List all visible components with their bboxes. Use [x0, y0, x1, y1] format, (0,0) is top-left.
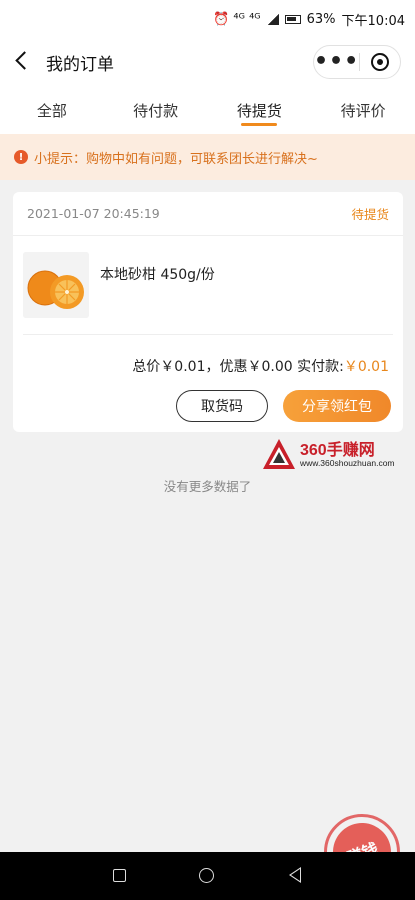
- home-icon[interactable]: [199, 868, 214, 883]
- order-tabs: 全部 待付款 待提货 待评价: [0, 86, 415, 134]
- order-header: 2021-01-07 20:45:19 待提货: [13, 192, 403, 236]
- status-bar: ⏰ ⁴ᴳ ⁴ᴳ 63% 下午10:04: [0, 0, 415, 38]
- more-menu-icon[interactable]: •••: [314, 51, 359, 73]
- battery-level: 63%: [306, 11, 336, 27]
- back-triangle-icon[interactable]: [289, 867, 301, 883]
- pickup-code-button[interactable]: 取货码: [176, 390, 268, 422]
- exclamation-icon: !: [14, 150, 28, 164]
- battery-icon: [284, 14, 301, 24]
- clock: 下午10:04: [341, 13, 405, 29]
- order-status: 待提货: [351, 207, 389, 222]
- back-arrow-icon[interactable]: [14, 52, 32, 70]
- watermark-logo: 360手赚网 www.360shouzhuan.com: [262, 436, 412, 472]
- tab-pending-review[interactable]: 待评价: [311, 86, 415, 134]
- watermark-url: www.360shouzhuan.com: [300, 458, 395, 468]
- nav-bar: 我的订单 •••: [0, 38, 415, 86]
- tab-all[interactable]: 全部: [0, 86, 104, 134]
- tip-banner: ! 小提示：购物中如有问题，可联系团长进行解决~: [0, 134, 415, 180]
- mini-program-capsule: •••: [313, 45, 401, 79]
- order-time: 2021-01-07 20:45:19: [27, 206, 160, 221]
- status-indicators: ⏰ ⁴ᴳ ⁴ᴳ: [213, 11, 261, 27]
- signal-icon: [266, 13, 279, 25]
- recent-apps-icon[interactable]: [113, 869, 126, 882]
- product-name[interactable]: 本地砂柑 450g/份: [100, 264, 215, 284]
- watermark-title: 360手赚网: [300, 442, 375, 459]
- tab-pending-pickup[interactable]: 待提货: [208, 86, 312, 134]
- order-card[interactable]: 2021-01-07 20:45:19 待提货 本地砂柑 450g/份 总价￥0…: [13, 192, 403, 432]
- list-end-text: 没有更多数据了: [163, 479, 252, 494]
- close-mini-program-button[interactable]: [360, 53, 400, 71]
- tip-text: 小提示：购物中如有问题，可联系团长进行解决~: [34, 151, 318, 167]
- target-icon: [371, 53, 390, 71]
- tab-pending-payment[interactable]: 待付款: [104, 86, 208, 134]
- page-title: 我的订单: [46, 55, 114, 75]
- price-summary: 总价￥0.01，优惠￥0.00 实付款:￥0.01: [132, 356, 389, 376]
- card-divider: [23, 334, 393, 335]
- price-breakdown: 总价￥0.01，优惠￥0.00 实付款:: [132, 359, 344, 375]
- product-image: [23, 252, 89, 318]
- system-nav-bar: [0, 852, 415, 900]
- paid-amount: ￥0.01: [343, 359, 389, 375]
- share-red-packet-button[interactable]: 分享领红包: [283, 390, 391, 422]
